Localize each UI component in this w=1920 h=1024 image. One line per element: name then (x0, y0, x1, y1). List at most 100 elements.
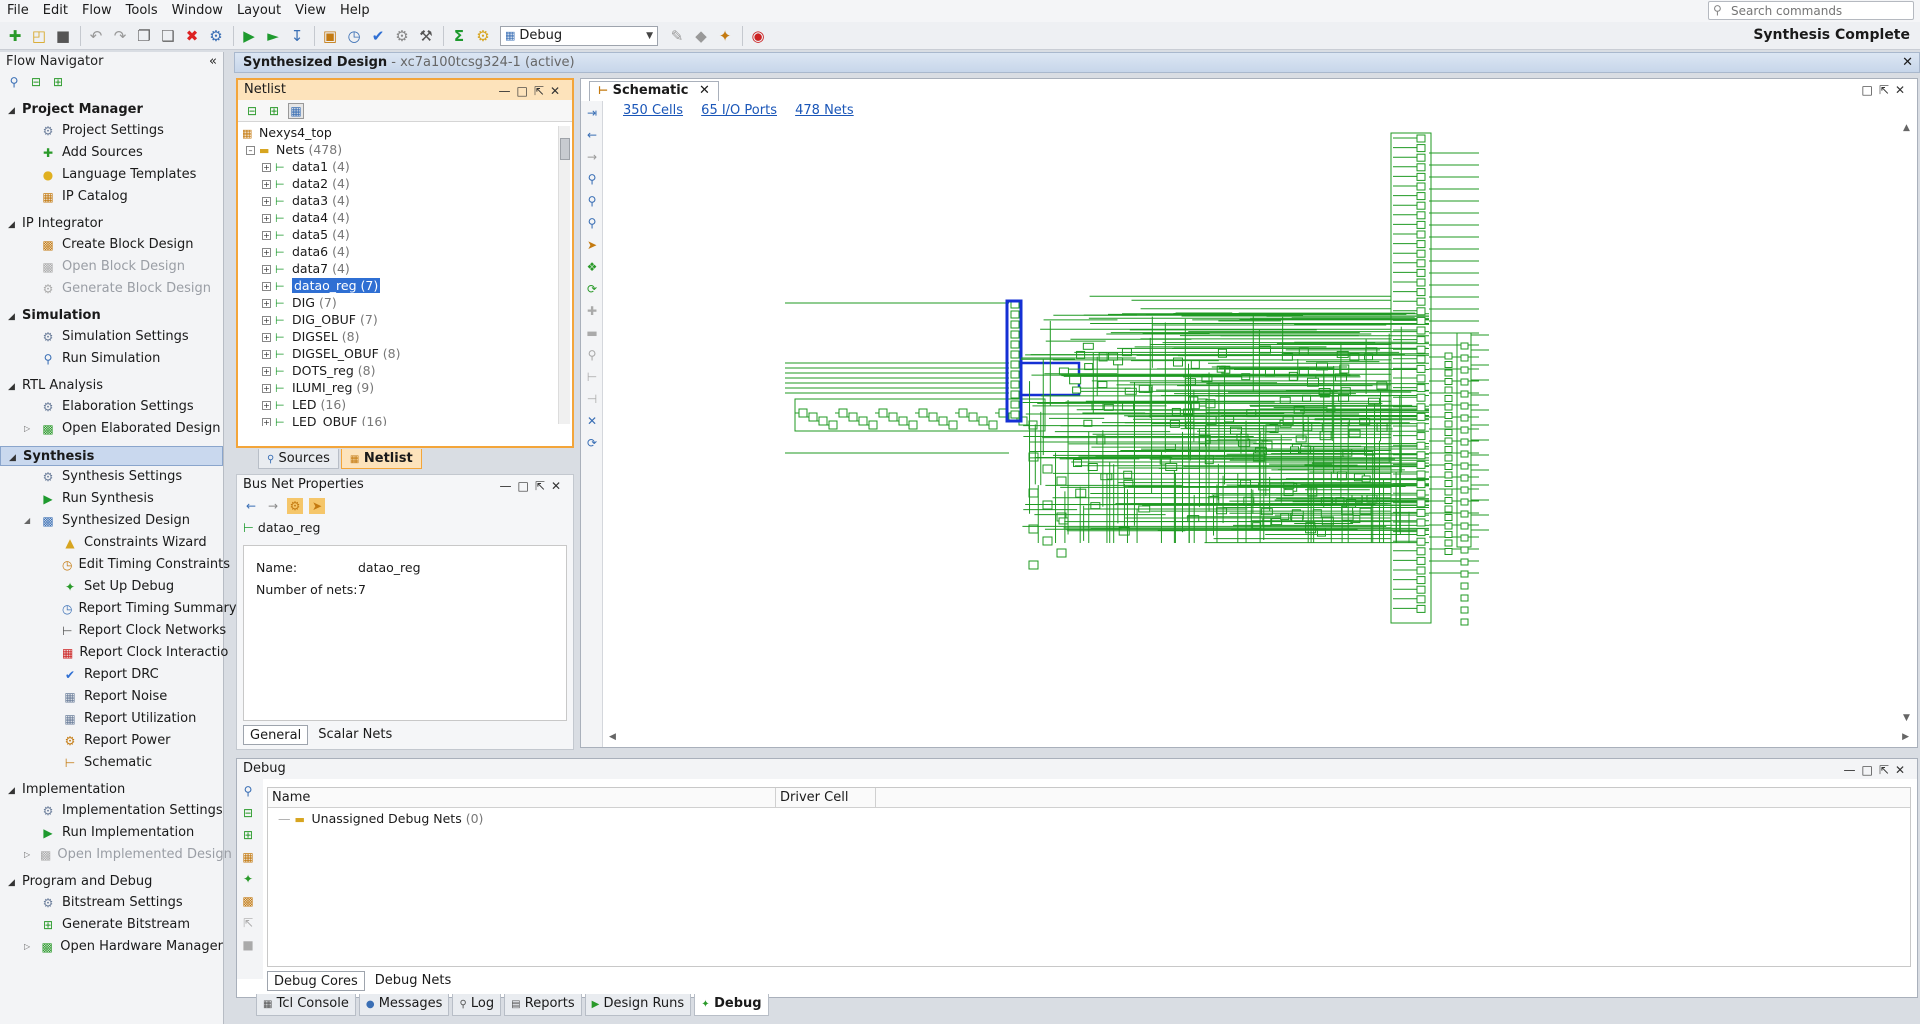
tab-netlist[interactable]: ▦ Netlist (340, 449, 422, 469)
fit-selection-icon[interactable]: ⇥ (582, 103, 602, 123)
column-name[interactable]: Name (268, 787, 776, 808)
check-icon[interactable]: ✔ (367, 25, 389, 47)
vertical-scrollbar[interactable]: ▲ ▼ (1903, 123, 1915, 723)
window-controls[interactable]: —□⇱✕ (500, 476, 567, 496)
tree-root[interactable]: ▦ Nexys4_top (238, 124, 556, 141)
forward-arrow-icon[interactable]: → (265, 498, 281, 514)
search-input[interactable] (1729, 2, 1909, 19)
menu-file[interactable]: File (0, 0, 36, 22)
expand-toggle-icon[interactable]: + (262, 367, 271, 376)
tab-log[interactable]: ⚲ Log (452, 994, 502, 1016)
tab-sources[interactable]: ⚲ Sources (258, 449, 339, 469)
route-icon[interactable]: ⊢ (582, 367, 602, 387)
scroll-down-icon[interactable]: ▼ (1903, 713, 1910, 723)
zoom-in-icon[interactable]: ⚲ (582, 169, 602, 189)
download-icon[interactable]: ↧ (286, 25, 308, 47)
language-templates-item[interactable]: ● Language Templates (0, 164, 223, 186)
collapse-all-icon[interactable]: ⊟ (244, 103, 260, 119)
expand-toggle-icon[interactable]: + (262, 265, 271, 274)
command-search[interactable]: ⚲ (1708, 1, 1914, 20)
expand-toggle-icon[interactable]: + (262, 333, 271, 342)
select-icon[interactable]: ➤ (582, 235, 602, 255)
run-implementation-item[interactable]: ▶ Run Implementation (0, 822, 223, 844)
net-row[interactable]: + ⊢ DOTS_reg (8) (238, 362, 556, 379)
section-synthesis[interactable]: ◢ Synthesis (0, 446, 223, 466)
expand-all-icon[interactable]: ⊞ (266, 103, 282, 119)
net-row[interactable]: + ⊢ DIG (7) (238, 294, 556, 311)
tree-scrollbar[interactable] (558, 126, 570, 424)
expand-toggle-icon[interactable]: + (262, 180, 271, 189)
collapse-all-icon[interactable]: ⊟ (238, 803, 258, 823)
open-implemented-design-item[interactable]: ▷ ▩ Open Implemented Design (0, 844, 232, 866)
open-project-icon[interactable]: ◰ (28, 25, 50, 47)
new-project-icon[interactable]: ✚ (4, 25, 26, 47)
run-simulation-item[interactable]: ⚲ Run Simulation (0, 348, 223, 370)
tools-icon[interactable]: ⚒ (415, 25, 437, 47)
pointer-icon[interactable]: ➤ (309, 498, 325, 514)
tab-reports[interactable]: ▤ Reports (504, 994, 582, 1016)
expand-toggle-icon[interactable]: + (262, 350, 271, 359)
elaboration-settings-item[interactable]: ⚙ Elaboration Settings (0, 396, 223, 418)
report-utilization-item[interactable]: ▦ Report Utilization (0, 708, 223, 730)
generate-block-design-item[interactable]: ⚙ Generate Block Design (0, 278, 223, 300)
section-ip-integrator[interactable]: ◢ IP Integrator (0, 214, 223, 234)
edit-timing-constraints-item[interactable]: ◷ Edit Timing Constraints (0, 554, 230, 576)
probe-icon[interactable]: ✦ (714, 25, 736, 47)
zoom-out-icon[interactable]: ⚲ (582, 191, 602, 211)
scroll-thumb[interactable] (560, 138, 570, 160)
debug-row-unassigned[interactable]: — ▬ Unassigned Debug Nets (0) (268, 810, 1910, 827)
copy-icon[interactable]: ❐ (133, 25, 155, 47)
tab-debug[interactable]: ✦ Debug (694, 994, 769, 1016)
add-icon[interactable]: ✚ (582, 301, 602, 321)
scroll-up-icon[interactable]: ▲ (1903, 123, 1915, 133)
delete-icon[interactable]: ■ (238, 935, 258, 955)
net-row[interactable]: + ⊢ data5 (4) (238, 226, 556, 243)
menu-view[interactable]: View (288, 0, 333, 22)
undo-icon[interactable]: ↶ (85, 25, 107, 47)
expand-toggle-icon[interactable]: + (262, 282, 271, 291)
add-sources-item[interactable]: ✚ Add Sources (0, 142, 223, 164)
properties-icon[interactable]: ⚙ (205, 25, 227, 47)
net-row[interactable]: + ⊢ datao_reg (7) (238, 277, 556, 294)
menu-flow[interactable]: Flow (75, 0, 119, 22)
net-row[interactable]: + ⊢ LED_OBUF (16) (238, 413, 556, 426)
implementation-settings-item[interactable]: ⚙ Implementation Settings (0, 800, 223, 822)
expand-icon[interactable]: ▷ (24, 844, 30, 866)
paste-icon[interactable]: ❑ (157, 25, 179, 47)
window-controls[interactable]: □⇱✕ (1862, 83, 1911, 97)
scroll-left-icon[interactable]: ◀ (609, 732, 616, 742)
forward-icon[interactable]: → (582, 147, 602, 167)
cells-link[interactable]: 350 Cells (623, 103, 683, 118)
report-drc-item[interactable]: ✔ Report DRC (0, 664, 223, 686)
remove-icon[interactable]: ▬ (582, 323, 602, 343)
expand-toggle-icon[interactable]: + (262, 231, 271, 240)
close-icon[interactable]: ✕ (1902, 53, 1913, 72)
tab-messages[interactable]: ● Messages (358, 994, 450, 1016)
report-clock-networks-item[interactable]: ⊢ Report Clock Networks (0, 620, 226, 642)
search-icon[interactable]: ⚲ (238, 781, 258, 801)
menu-edit[interactable]: Edit (36, 0, 75, 22)
synthesis-settings-item[interactable]: ⚙ Synthesis Settings (0, 466, 223, 488)
pin-icon[interactable]: ✎ (666, 25, 688, 47)
close-icon[interactable]: ✕ (582, 411, 602, 431)
redo-icon[interactable]: ↷ (109, 25, 131, 47)
collapse-toggle-icon[interactable]: – (246, 146, 255, 155)
net-row[interactable]: + ⊢ DIGSEL_OBUF (8) (238, 345, 556, 362)
open-hardware-manager-item[interactable]: ▷ ▩ Open Hardware Manager (0, 936, 223, 958)
net-row[interactable]: + ⊢ data7 (4) (238, 260, 556, 277)
report-timing-summary-item[interactable]: ◷ Report Timing Summary (0, 598, 237, 620)
menu-tools[interactable]: Tools (119, 0, 165, 22)
expanded-icon[interactable]: ◢ (24, 510, 30, 532)
expand-icon[interactable]: ▷ (24, 936, 30, 958)
net-row[interactable]: + ⊢ data6 (4) (238, 243, 556, 260)
generate-bitstream-item[interactable]: ⊞ Generate Bitstream (0, 914, 223, 936)
sync-icon[interactable]: ⚙ (287, 498, 303, 514)
run-synthesis-item[interactable]: ▶ Run Synthesis (0, 488, 223, 510)
diamond-icon[interactable]: ◆ (690, 25, 712, 47)
run-all-icon[interactable]: ► (262, 25, 284, 47)
schematic-canvas[interactable] (609, 123, 1891, 723)
scroll-right-icon[interactable]: ▶ (1902, 732, 1909, 742)
net-row[interactable]: + ⊢ data1 (4) (238, 158, 556, 175)
expand-all-icon[interactable]: ⊞ (238, 825, 258, 845)
tree-nets[interactable]: – ▬ Nets (478) (238, 141, 556, 158)
